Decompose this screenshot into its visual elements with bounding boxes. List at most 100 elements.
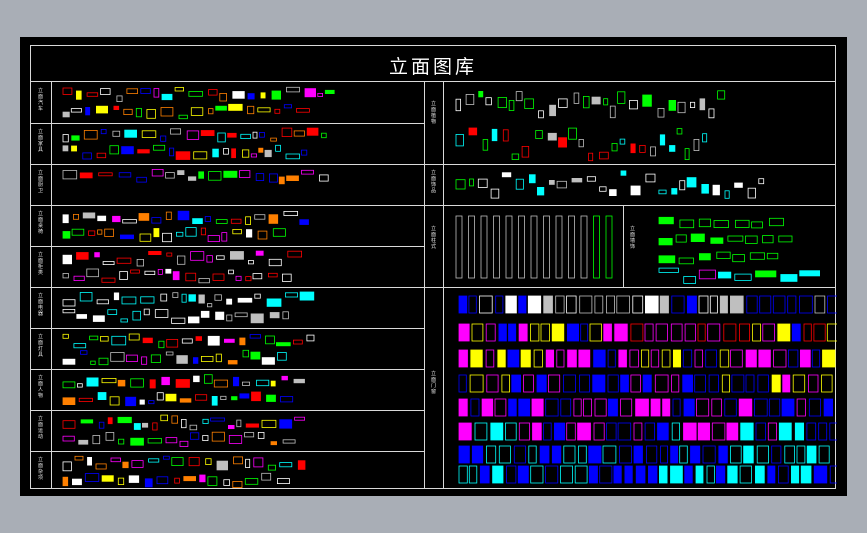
misc-symbol [74, 455, 84, 461]
door-symbol [513, 445, 526, 464]
appliance-symbol [206, 303, 213, 308]
sports-symbol [98, 421, 105, 429]
sports-symbol [118, 438, 125, 445]
door-symbol [607, 349, 616, 368]
cabinet-symbol [86, 268, 99, 278]
sports-symbol [160, 414, 169, 422]
door-symbol [670, 445, 679, 464]
door-symbol [468, 465, 478, 484]
door-symbol [723, 323, 737, 342]
sports-symbol [62, 435, 75, 442]
plant-symbol [485, 97, 492, 106]
sports-symbol [236, 419, 242, 428]
cabinet-symbol [216, 255, 225, 260]
door-symbol [620, 374, 629, 393]
cad-drawing-canvas: 立面图库 立面汽车 立面家具 立面厨卫 立面桌椅 立面柜类 立面电器 立面灯具 … [20, 37, 847, 496]
chair-symbol [245, 216, 252, 225]
car-symbol [86, 92, 99, 97]
wall-decor-symbol [755, 270, 777, 278]
door-symbol [697, 323, 706, 342]
door-symbol [556, 349, 565, 368]
appliance-symbol [226, 314, 233, 322]
door-symbol [573, 398, 582, 417]
person-symbol [220, 395, 227, 400]
kitchen-symbol [255, 173, 265, 181]
plant-symbol [502, 129, 509, 142]
lamp-symbol [227, 360, 238, 365]
door-symbol [739, 465, 752, 484]
car-symbol [215, 105, 227, 111]
door-symbol [782, 374, 791, 393]
cabinet-symbol [116, 257, 132, 264]
door-symbol [551, 323, 565, 342]
plant-symbol [599, 151, 609, 160]
sports-symbol [245, 423, 259, 428]
lamp-symbol [126, 354, 138, 363]
person-symbol [86, 377, 99, 387]
chair-symbol [71, 228, 85, 236]
misc-symbol [245, 458, 251, 468]
person-symbol [109, 396, 120, 406]
person-symbol [231, 396, 238, 401]
column-symbol [555, 215, 563, 279]
misc-symbol [188, 456, 200, 467]
wall-decor-symbol [735, 219, 750, 228]
misc-symbol [297, 460, 306, 470]
door-symbol [616, 295, 630, 314]
door-symbol [755, 422, 767, 441]
door-symbol [711, 422, 726, 441]
door-symbol [773, 349, 787, 368]
lamp-symbol [265, 335, 275, 345]
door-symbol [806, 445, 817, 464]
misc-symbol [156, 476, 169, 485]
plant-symbol [478, 91, 484, 98]
misc-symbol [72, 478, 82, 486]
plant-symbol [588, 152, 594, 162]
car-symbol [219, 93, 227, 102]
door-symbol [826, 323, 837, 342]
person-symbol [101, 377, 117, 384]
car-symbol [228, 103, 243, 111]
door-symbol [518, 295, 527, 314]
furniture-symbol [259, 132, 265, 138]
appliance-symbol [237, 297, 253, 303]
cabinet-symbol [73, 275, 85, 281]
door-symbol [661, 349, 671, 368]
furniture-symbol [252, 131, 258, 139]
door-symbol [498, 323, 507, 342]
door-symbol [803, 323, 812, 342]
chair-symbol [200, 227, 207, 236]
kitchen-symbol [301, 169, 314, 175]
door-symbol [617, 422, 632, 441]
wall-decor-symbol [718, 271, 732, 279]
door-symbol [662, 398, 671, 417]
cabinet-symbol [148, 250, 162, 255]
lamp-symbol [261, 357, 275, 365]
door-symbol [690, 445, 701, 464]
door-symbol [745, 374, 755, 393]
sports-symbol [78, 439, 89, 445]
wall-decor-symbol [766, 252, 779, 260]
wall-decor-symbol [716, 251, 731, 259]
misc-symbol [233, 456, 244, 465]
door-symbol [745, 349, 757, 368]
door-symbol [543, 422, 552, 441]
person-symbol [280, 396, 294, 403]
door-symbol [530, 465, 544, 484]
door-symbol [772, 295, 786, 314]
lamp-symbol [90, 360, 96, 365]
cabinet-symbol [130, 269, 140, 274]
appliance-symbol [198, 294, 205, 304]
person-symbol [62, 397, 76, 405]
appliance-symbol [284, 292, 298, 298]
cabinet-symbol [287, 250, 302, 258]
door-symbol [796, 445, 806, 464]
appliance-symbol [154, 309, 169, 318]
appliance-symbol [92, 315, 105, 322]
door-symbol [755, 465, 765, 484]
cabinet-symbol [247, 260, 254, 265]
decor-symbol [712, 184, 720, 196]
furniture-symbol [200, 130, 215, 136]
plant-symbol [497, 97, 507, 109]
door-symbol [470, 398, 480, 417]
